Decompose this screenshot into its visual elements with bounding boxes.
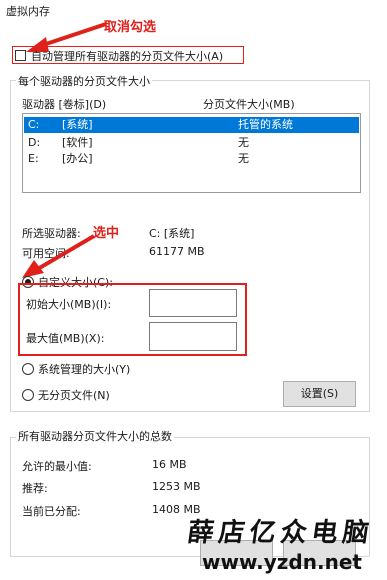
drive-size: 无 [238,136,249,149]
system-managed-radio[interactable] [22,363,34,375]
no-paging-label[interactable]: 无分页文件(N) [38,387,110,403]
drive-size: 无 [238,152,249,165]
watermark-url: www.yzdn.net [202,550,362,574]
min-allowed-value: 16 MB [152,458,187,471]
drive-row-c[interactable]: C: [系统] 托管的系统 [24,117,359,133]
drive-letter: C: [28,118,40,131]
initial-size-label: 初始大小(MB)(I): [26,298,112,311]
set-button[interactable]: 设置(S) [283,381,356,407]
no-paging-radio[interactable] [22,389,34,401]
selected-drive-value: C: [系统] [149,227,195,240]
window-title: 虚拟内存 [6,5,50,18]
max-size-label: 最大值(MB)(X): [26,332,105,345]
initial-size-input[interactable] [149,289,237,317]
annotation-box-checkbox [12,46,244,64]
drive-letter: E: [28,152,39,165]
drive-label: [软件] [62,136,93,149]
watermark-brand: 薛店亿众电脑 [185,518,376,548]
space-available-value: 61177 MB [149,245,205,258]
drive-label: [办公] [62,152,93,165]
recommended-value: 1253 MB [152,480,201,493]
drive-label: [系统] [62,118,93,131]
totals-group-legend: 所有驱动器分页文件大小的总数 [16,428,174,444]
max-size-input[interactable] [149,322,237,351]
drive-letter: D: [28,136,41,149]
drives-listbox[interactable]: C: [系统] 托管的系统 D: [软件] 无 E: [办公] 无 [22,113,361,193]
column-header-drive[interactable]: 驱动器 [卷标](D) [22,96,106,112]
drive-row-e[interactable]: E: [办公] 无 [24,151,359,167]
currently-allocated-label: 当前已分配: [22,505,81,518]
drive-size: 托管的系统 [238,118,293,131]
column-header-size[interactable]: 分页文件大小(MB) [203,96,295,112]
min-allowed-label: 允许的最小值: [22,460,92,473]
recommended-label: 推荐: [22,482,48,495]
drive-row-d[interactable]: D: [软件] 无 [24,135,359,151]
annotation-uncheck: 取消勾选 [104,20,157,35]
drives-group-legend: 每个驱动器的分页文件大小 [16,73,152,89]
system-managed-label[interactable]: 系统管理的大小(Y) [38,361,130,377]
